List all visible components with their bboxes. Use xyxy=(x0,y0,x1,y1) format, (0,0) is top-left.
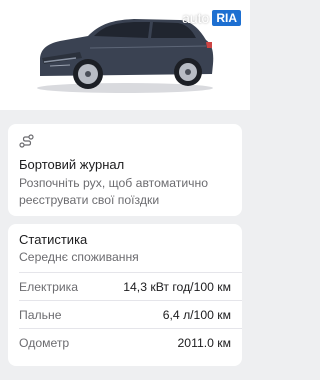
stat-row-odometer: Одометр 2011.0 км xyxy=(19,334,231,352)
statistics-subtitle: Середнє споживання xyxy=(19,250,139,264)
stat-row-electricity: Електрика 14,3 кВт год/100 км xyxy=(19,278,231,296)
statistics-card: Статистика Середнє споживання Електрика … xyxy=(8,224,242,366)
watermark-ria-badge: RIA xyxy=(211,9,242,27)
logbook-card[interactable]: Бортовий журнал Розпочніть рух, щоб авто… xyxy=(8,124,242,216)
divider xyxy=(19,272,242,273)
stat-value: 2011.0 км xyxy=(177,336,231,350)
stat-label: Електрика xyxy=(19,280,79,294)
statistics-title: Статистика xyxy=(19,232,88,247)
route-icon xyxy=(19,134,34,148)
vehicle-hero: auto RIA xyxy=(0,0,250,110)
watermark-auto-text: auto xyxy=(182,10,210,26)
logbook-title: Бортовий журнал xyxy=(19,157,125,172)
stat-value: 6,4 л/100 км xyxy=(162,308,231,322)
stat-label: Одометр xyxy=(19,336,70,350)
logbook-description: Розпочніть рух, щоб автоматично реєструв… xyxy=(19,176,209,207)
stat-row-fuel: Пальне 6,4 л/100 км xyxy=(19,306,231,324)
auto-ria-watermark: auto RIA xyxy=(182,8,242,28)
divider xyxy=(19,300,242,301)
stat-label: Пальне xyxy=(19,308,62,322)
divider xyxy=(19,328,242,329)
stat-value: 14,3 кВт год/100 км xyxy=(123,280,231,294)
